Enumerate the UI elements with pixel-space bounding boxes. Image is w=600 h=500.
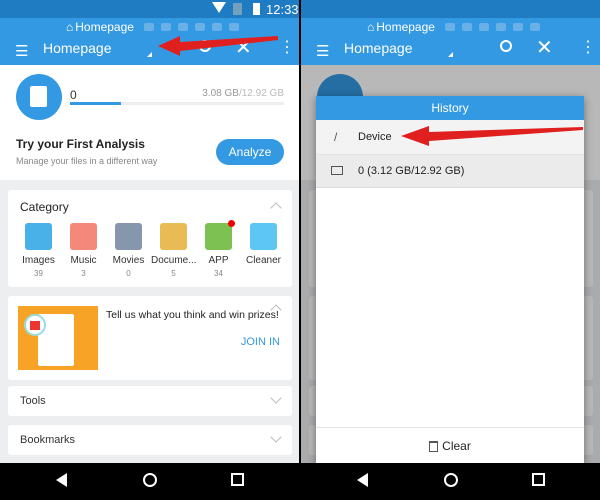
battery-icon	[253, 3, 260, 15]
app-bar: ⌂ Homepage ☰ Homepage ✕ ⋮	[0, 18, 299, 65]
history-title: History	[316, 96, 584, 120]
breadcrumb-label: Homepage	[376, 20, 435, 34]
expand-icon[interactable]	[270, 392, 282, 404]
trash-icon	[429, 441, 439, 453]
history-item-label: 0 (3.12 GB/12.92 GB)	[358, 165, 465, 177]
expand-icon[interactable]	[270, 431, 282, 443]
window-tabs[interactable]	[444, 23, 540, 31]
category-item-images[interactable]: Images 39	[16, 223, 61, 278]
promo-card: Tell us what you think and win prizes! J…	[8, 296, 292, 380]
category-label: Music	[70, 255, 97, 266]
menu-icon[interactable]: ☰	[15, 42, 28, 60]
history-item-storage[interactable]: 0 (3.12 GB/12.92 GB)	[316, 155, 584, 188]
history-dialog: History / Device 0 (3.12 GB/12.92 GB) Cl…	[316, 96, 584, 463]
home-screen: 12:33 ⌂ Homepage ☰ Homepage ✕ ⋮ 0 3.08 GB…	[0, 0, 299, 500]
analyze-button[interactable]: Analyze	[216, 139, 284, 165]
analysis-title: Try your First Analysis	[16, 137, 145, 151]
promo-text: Tell us what you think and win prizes!	[106, 309, 279, 321]
sd-card-icon	[331, 166, 343, 175]
category-count: 3	[81, 269, 86, 278]
back-icon[interactable]	[357, 473, 368, 487]
clock: 12:33	[266, 2, 299, 17]
category-label: APP	[208, 255, 229, 266]
storage-icon	[16, 74, 62, 120]
home-icon: ⌂	[66, 20, 74, 34]
category-count: 0	[126, 269, 131, 278]
close-icon[interactable]: ✕	[536, 35, 553, 60]
tools-card[interactable]: Tools	[8, 386, 292, 416]
status-bar: 12:33	[0, 0, 299, 18]
category-item-cleaner[interactable]: Cleaner	[241, 223, 286, 269]
storage-used: 3.08 GB	[202, 88, 239, 99]
page-title[interactable]: Homepage	[344, 40, 413, 56]
breadcrumb-label: Homepage	[75, 20, 134, 34]
category-label: Cleaner	[245, 255, 282, 266]
breadcrumb[interactable]: ⌂ Homepage	[66, 20, 239, 34]
page-title[interactable]: Homepage	[43, 40, 112, 56]
category-count: 39	[34, 269, 43, 278]
home-button-icon[interactable]	[143, 473, 157, 487]
more-icon[interactable]: ⋮	[580, 37, 596, 57]
collapse-icon[interactable]	[270, 202, 282, 214]
clear-button[interactable]: Clear	[316, 427, 584, 463]
recents-icon[interactable]	[231, 473, 244, 486]
navigation-bar	[0, 463, 299, 500]
root-slash-icon: /	[334, 130, 338, 144]
menu-icon[interactable]: ☰	[316, 42, 329, 60]
dropdown-triangle-icon[interactable]	[448, 52, 453, 57]
category-item-music[interactable]: Music 3	[61, 223, 106, 278]
category-icon	[70, 223, 97, 250]
category-icon	[115, 223, 142, 250]
bookmarks-card[interactable]: Bookmarks	[8, 425, 292, 455]
category-label: Docume...	[151, 255, 197, 266]
wifi-icon	[212, 2, 226, 13]
tools-title: Tools	[20, 395, 46, 407]
history-screen: ⌂ Homepage ☰ Homepage ✕ ⋮ History / Devic…	[301, 0, 600, 500]
clear-label: Clear	[442, 439, 471, 453]
category-item-app[interactable]: APP 34	[196, 220, 241, 278]
storage-card[interactable]: 0 3.08 GB/12.92 GB Try your First Analys…	[0, 65, 299, 180]
category-count: 5	[171, 269, 176, 278]
red-arrow-annotation	[158, 36, 278, 56]
category-label: Images	[22, 255, 55, 266]
no-sim-icon	[233, 3, 242, 15]
history-item-label: Device	[358, 131, 392, 143]
home-icon: ⌂	[367, 20, 375, 34]
category-icon	[250, 223, 277, 250]
storage-size: 3.08 GB/12.92 GB	[202, 88, 284, 99]
category-label: Movies	[112, 255, 145, 266]
breadcrumb[interactable]: ⌂ Homepage	[367, 20, 540, 34]
category-icon	[205, 220, 235, 250]
category-item-movies[interactable]: Movies 0	[106, 223, 151, 278]
status-bar	[301, 0, 600, 18]
storage-total: /12.92 GB	[238, 88, 284, 99]
category-icon	[25, 223, 52, 250]
category-title: Category	[20, 200, 69, 214]
recents-icon[interactable]	[532, 473, 545, 486]
category-count: 34	[214, 269, 223, 278]
window-tabs[interactable]	[143, 23, 239, 31]
analysis-subtitle: Manage your files in a different way	[16, 156, 158, 166]
promo-image	[18, 306, 98, 370]
search-icon[interactable]	[500, 40, 512, 52]
category-icon	[160, 223, 187, 250]
category-card: Category Images 39 Music 3 Movies 0 Docume... 5…	[8, 190, 292, 287]
app-bar: ⌂ Homepage ☰ Homepage ✕ ⋮	[301, 18, 600, 65]
back-icon[interactable]	[56, 473, 67, 487]
storage-name: 0	[70, 88, 77, 102]
storage-progress	[70, 102, 284, 105]
navigation-bar	[301, 463, 600, 500]
home-button-icon[interactable]	[444, 473, 458, 487]
join-in-button[interactable]: JOIN IN	[241, 336, 280, 348]
bookmarks-title: Bookmarks	[20, 434, 76, 446]
dropdown-triangle-icon[interactable]	[147, 52, 152, 57]
red-arrow-annotation	[401, 126, 583, 146]
category-item-docume[interactable]: Docume... 5	[151, 223, 197, 278]
